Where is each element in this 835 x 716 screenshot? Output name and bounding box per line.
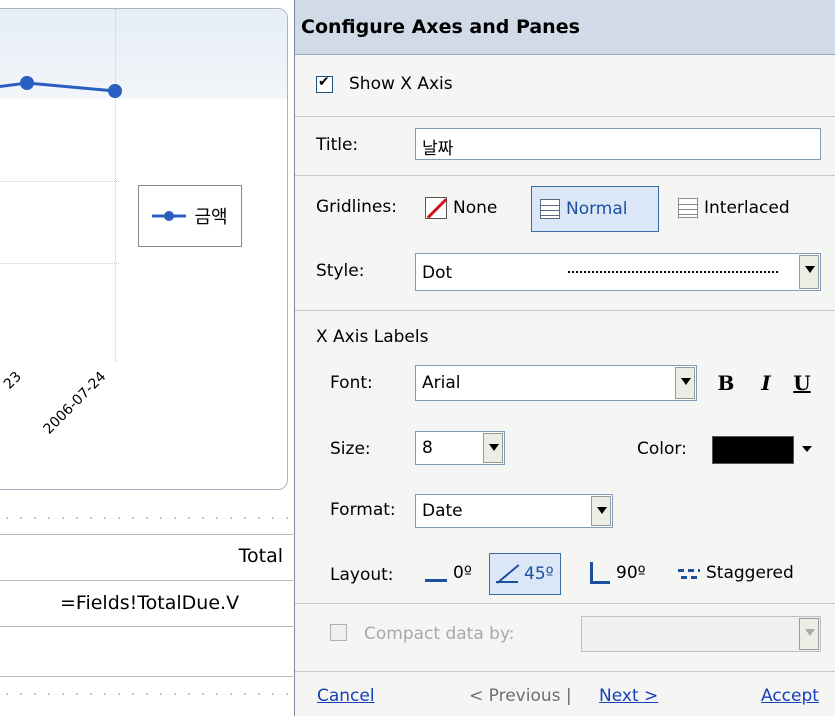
gridlines-label: Gridlines: (316, 197, 397, 217)
gridlines-none-option[interactable]: None (425, 186, 497, 230)
title-label: Title: (316, 135, 359, 155)
format-value: Date (422, 501, 463, 521)
line-style-value: Dot (422, 263, 453, 283)
chart-legend: 금액 (138, 185, 242, 247)
layout-staggered-label: Staggered (706, 563, 794, 583)
table-divider (0, 626, 293, 627)
next-link[interactable]: Next > (599, 686, 658, 706)
underline-button[interactable]: U (791, 368, 813, 398)
show-x-axis-checkbox[interactable] (316, 74, 333, 93)
gridlines-interlaced-option[interactable]: Interlaced (678, 186, 790, 230)
font-value: Arial (422, 373, 461, 393)
section-divider (295, 116, 835, 117)
compact-data-checkbox[interactable] (330, 624, 347, 641)
layout-90-option[interactable]: 90º (588, 553, 646, 593)
section-divider (295, 310, 835, 311)
table-divider (0, 534, 293, 535)
layout-label: Layout: (330, 565, 394, 585)
series-segment (26, 81, 116, 93)
style-label: Style: (316, 261, 365, 281)
layout-45-option[interactable]: 45º (489, 553, 561, 595)
layout-0-option[interactable]: 0º (425, 553, 472, 593)
size-label: Size: (330, 439, 371, 459)
gridlines-normal-label: Normal (566, 199, 628, 219)
section-divider (295, 671, 835, 672)
color-dropdown-arrow-icon[interactable] (802, 446, 812, 452)
section-divider (295, 175, 835, 176)
color-swatch[interactable] (712, 436, 794, 464)
axis-title-value: 날짜 (422, 139, 454, 159)
legend-label: 금액 (194, 207, 228, 228)
format-select[interactable]: Date (415, 494, 613, 528)
bold-button[interactable]: B (715, 368, 737, 398)
layout-0-label: 0º (453, 563, 472, 583)
designer-dot-grid (0, 514, 293, 524)
no-gridlines-icon (425, 197, 447, 219)
horizontal-gridline (0, 263, 119, 264)
size-select[interactable]: 8 (415, 431, 505, 465)
compact-data-label: Compact data by: (364, 624, 515, 644)
designer-dot-grid (0, 690, 293, 700)
total-due-expression-cell[interactable]: =Fields!TotalDue.V (60, 592, 239, 614)
gridlines-none-label: None (453, 198, 498, 218)
size-value: 8 (422, 438, 433, 458)
x-tick-label: 2006-07-24 (40, 368, 109, 438)
table-divider (0, 676, 293, 677)
configure-axes-dialog: Configure Axes and Panes Show X Axis Tit… (294, 0, 835, 716)
section-divider (295, 603, 835, 604)
previous-link[interactable]: < Previous | (469, 686, 572, 706)
total-header-cell[interactable]: Total (239, 545, 283, 567)
font-label: Font: (330, 373, 373, 393)
normal-gridlines-icon (540, 199, 560, 219)
layout-45-label: 45º (524, 564, 554, 584)
show-x-axis-label[interactable]: Show X Axis (349, 74, 453, 94)
compact-data-select[interactable] (581, 616, 821, 652)
horizontal-gridline (0, 181, 119, 182)
report-designer-surface: 23 2006-07-24 금액 Total =Fields!TotalDue.… (0, 0, 293, 716)
legend-marker-icon (152, 211, 187, 221)
font-select[interactable]: Arial (415, 365, 697, 401)
x-axis-labels-header: X Axis Labels (316, 327, 429, 347)
layout-90-label: 90º (616, 563, 646, 583)
chevron-down-icon[interactable] (799, 618, 819, 650)
chevron-down-icon[interactable] (591, 496, 611, 526)
chevron-down-icon[interactable] (483, 433, 503, 463)
chevron-down-icon[interactable] (799, 255, 819, 289)
gridlines-interlaced-label: Interlaced (704, 198, 790, 218)
angled-label-icon (496, 563, 518, 585)
table-divider (0, 580, 293, 581)
italic-button[interactable]: I (755, 368, 777, 398)
data-point (20, 76, 34, 90)
axis-title-input[interactable]: 날짜 (415, 128, 821, 160)
x-tick-label: 23 (1, 368, 25, 393)
vertical-label-icon (588, 562, 610, 584)
gridlines-normal-option[interactable]: Normal (531, 186, 659, 232)
line-style-select[interactable]: Dot (415, 253, 821, 291)
series-line (0, 76, 122, 98)
cancel-link[interactable]: Cancel (317, 686, 375, 706)
data-point (108, 84, 122, 98)
horizontal-label-icon (425, 562, 447, 584)
layout-staggered-option[interactable]: Staggered (678, 553, 794, 593)
interlaced-gridlines-icon (678, 198, 698, 218)
accept-link[interactable]: Accept (761, 686, 819, 706)
format-label: Format: (330, 500, 396, 520)
chart-preview[interactable]: 23 2006-07-24 금액 (0, 8, 288, 490)
dialog-title-bar: Configure Axes and Panes (295, 0, 835, 55)
staggered-label-icon (678, 562, 700, 584)
chevron-down-icon[interactable] (675, 367, 695, 399)
dialog-title: Configure Axes and Panes (301, 16, 580, 38)
color-label: Color: (637, 439, 687, 459)
dot-style-preview (568, 271, 778, 273)
